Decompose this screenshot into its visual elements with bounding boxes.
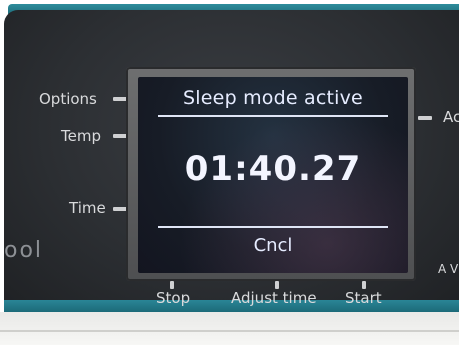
right-edge-label-bottom: A V [438,262,459,276]
divider-top [158,115,388,117]
temp-label[interactable]: Temp [61,127,101,145]
status-title: Sleep mode active [183,87,363,109]
adjust-time-label[interactable]: Adjust time [231,289,317,307]
time-label[interactable]: Time [69,199,106,217]
time-button-mark[interactable] [113,207,127,211]
display-screen: Sleep mode active 01:40.27 Cncl [138,77,408,273]
stop-label[interactable]: Stop [156,289,190,307]
appliance-photo: Options Temp Time Ac A V ool Sleep mode … [0,0,459,345]
timer-readout: 01:40.27 [184,149,362,189]
options-button-mark[interactable] [113,97,127,101]
right-edge-label-top[interactable]: Ac [443,108,459,126]
options-label[interactable]: Options [39,90,97,108]
adjust-time-button-mark[interactable] [275,281,279,289]
right-button-mark[interactable] [418,116,432,120]
body-seam [0,330,459,332]
start-button-mark[interactable] [362,281,366,289]
stop-button-mark[interactable] [170,281,174,289]
temp-button-mark[interactable] [113,134,127,138]
cancel-button[interactable]: Cncl [233,235,313,256]
appliance-body [0,312,459,345]
start-label[interactable]: Start [345,289,382,307]
brand-logo-fragment: ool [4,238,44,263]
divider-bottom [158,226,388,228]
